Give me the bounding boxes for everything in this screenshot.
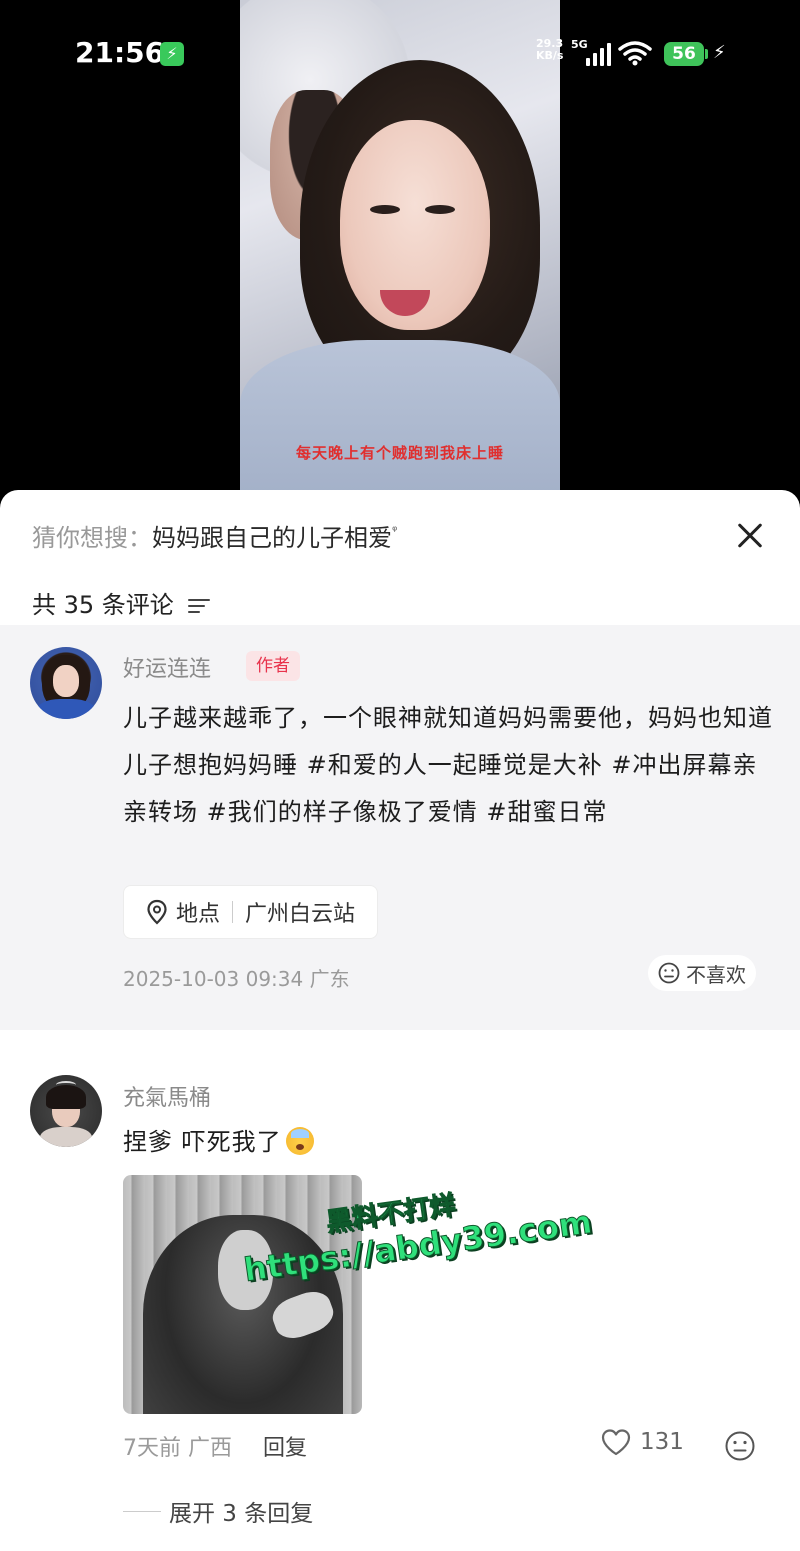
- comment-text: 捏爹 吓死我了: [123, 1122, 314, 1157]
- location-label: 地点: [176, 902, 221, 927]
- neutral-face-icon: [658, 962, 680, 984]
- comment-sheet: 猜你想搜：妈妈跟自己的儿子相爱ᵠ 共 35 条评论 好运连连 作者 儿子越来越乖…: [0, 490, 800, 1551]
- network-speed: 29.3 KB/s: [536, 38, 563, 62]
- video-eye-right: [425, 205, 455, 214]
- comment-meta: 7天前 广西: [123, 1436, 232, 1461]
- like-count: 131: [640, 1429, 684, 1455]
- comment-username[interactable]: 充氣馬桶: [123, 1080, 211, 1112]
- search-icon: ᵠ: [392, 524, 398, 539]
- bolt-icon: ⚡: [713, 42, 726, 63]
- avatar[interactable]: [30, 647, 102, 719]
- video-player[interactable]: 每天晚上有个贼跑到我床上睡 21:56 ⚡ 29.3 KB/s 5G 56 ⚡: [0, 0, 800, 505]
- search-suggestion[interactable]: 猜你想搜：妈妈跟自己的儿子相爱ᵠ: [32, 520, 732, 556]
- author-comment-timestamp: 2025-10-03 09:34 广东: [123, 967, 350, 991]
- dislike-label: 不喜欢: [686, 962, 746, 987]
- author-username[interactable]: 好运连连: [123, 651, 211, 683]
- video-eye-left: [370, 205, 400, 214]
- close-icon[interactable]: [730, 516, 770, 556]
- shocked-emoji-icon: [285, 1127, 314, 1155]
- avatar[interactable]: [30, 1075, 102, 1147]
- network-speed-unit: KB/s: [536, 49, 564, 62]
- heart-icon: [601, 1429, 631, 1456]
- expand-replies-button[interactable]: 展开 3 条回复: [123, 1494, 313, 1528]
- video-shirt: [240, 340, 560, 490]
- charging-icon: ⚡: [160, 42, 184, 66]
- dislike-button[interactable]: 不喜欢: [648, 955, 756, 991]
- comment-image[interactable]: [123, 1175, 362, 1414]
- reply-button[interactable]: 回复: [263, 1430, 307, 1462]
- author-badge: 作者: [246, 651, 300, 681]
- battery-tip: [705, 49, 708, 59]
- status-bar: 21:56 ⚡ 29.3 KB/s 5G 56 ⚡: [0, 0, 800, 110]
- pin-icon: [147, 899, 167, 925]
- search-suggestion-query[interactable]: 妈妈跟自己的儿子相爱: [152, 524, 392, 552]
- battery-icon: 56: [664, 42, 704, 66]
- comment-count-header: 共 35 条评论: [32, 588, 210, 622]
- neutral-face-icon[interactable]: [724, 1430, 756, 1462]
- watermark-line1: 黑料不打烊: [324, 1190, 458, 1239]
- video-caption: 每天晚上有个贼跑到我床上睡: [295, 444, 504, 462]
- signal-icon: [584, 42, 612, 66]
- chip-divider: [232, 901, 234, 923]
- search-suggestion-prefix: 猜你想搜：: [32, 524, 152, 552]
- expand-replies-label: 展开 3 条回复: [169, 1501, 314, 1527]
- wifi-icon: [618, 41, 652, 66]
- author-comment: 好运连连 作者 儿子越来越乖了，一个眼神就知道妈妈需要他，妈妈也知道儿子想抱妈妈…: [0, 625, 800, 1030]
- like-button[interactable]: 131: [600, 1428, 684, 1456]
- author-comment-text: 儿子越来越乖了，一个眼神就知道妈妈需要他，妈妈也知道儿子想抱妈妈睡 #和爱的人一…: [123, 704, 773, 826]
- expand-divider: [123, 1510, 161, 1512]
- location-chip[interactable]: 地点 广州白云站: [123, 885, 379, 939]
- sort-icon[interactable]: [187, 597, 210, 613]
- comment-text-body: 捏爹 吓死我了: [123, 1128, 282, 1156]
- location-value: 广州白云站: [245, 902, 356, 927]
- comment-count: 共 35 条评论: [32, 591, 174, 619]
- status-time: 21:56: [75, 36, 165, 69]
